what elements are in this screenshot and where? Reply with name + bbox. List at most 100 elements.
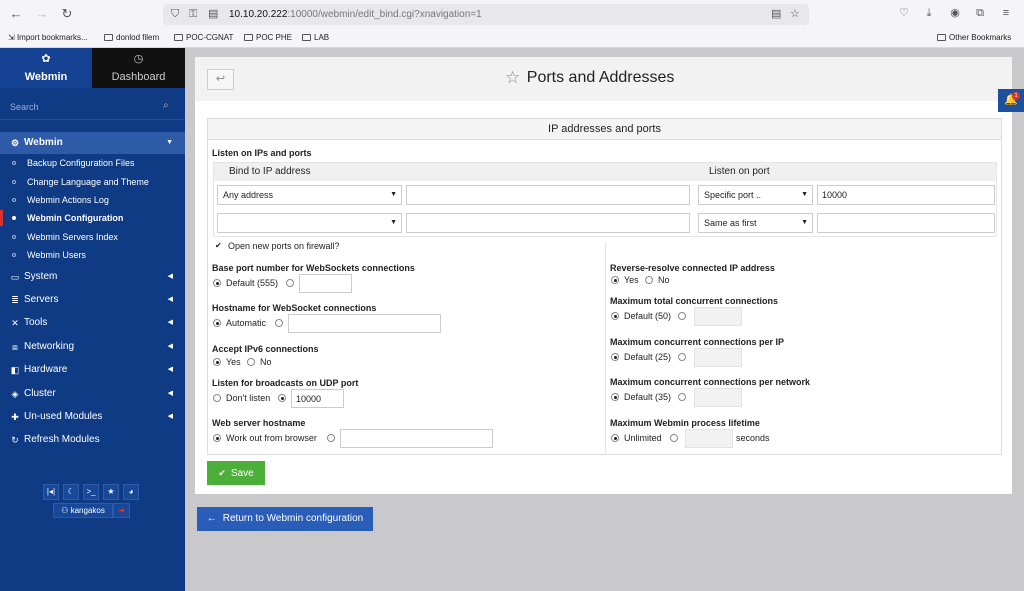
collapse-icon[interactable]: |◂| bbox=[43, 484, 59, 500]
sidebar-item-label: Servers bbox=[24, 294, 59, 305]
address-bar[interactable]: ⛉ ⚿ ▤ 10.10.20.222:10000/webmin/edit_bin… bbox=[163, 4, 809, 25]
sidebar-subitem-language[interactable]: Change Language and Theme bbox=[0, 173, 185, 191]
bookmark-folder[interactable]: donlod filem bbox=[104, 32, 159, 44]
sidebar-subitem-backup[interactable]: Backup Configuration Files bbox=[0, 154, 185, 172]
search-input[interactable] bbox=[10, 100, 160, 114]
max-net-default-radio[interactable] bbox=[611, 393, 619, 401]
reload-icon[interactable]: ↻ bbox=[59, 6, 75, 22]
favorite-star-icon[interactable]: ☆ bbox=[505, 68, 520, 87]
max-total-custom-radio[interactable] bbox=[678, 312, 686, 320]
arrow-left-icon: ← bbox=[206, 513, 217, 524]
max-total-input[interactable] bbox=[694, 307, 742, 326]
lock-warning-icon[interactable]: ⚿ bbox=[189, 7, 197, 22]
bind-select[interactable]: Any address ▼ bbox=[217, 185, 402, 205]
bookmark-folder[interactable]: POC-CGNAT bbox=[174, 32, 233, 44]
logout-icon[interactable]: ➜ bbox=[113, 503, 130, 518]
reader-view-icon[interactable]: ▤ bbox=[771, 7, 781, 22]
sidebar-subitem-webmin-config[interactable]: Webmin Configuration bbox=[0, 209, 185, 227]
back-arrow-icon[interactable]: ← bbox=[8, 6, 24, 22]
webhost-auto-radio[interactable] bbox=[213, 434, 221, 442]
forward-arrow-icon[interactable]: → bbox=[34, 6, 50, 22]
sidebar-item-hardware[interactable]: ◧ Hardware ◀ bbox=[0, 359, 185, 381]
bullet-icon bbox=[12, 198, 16, 202]
terminal-icon[interactable]: >_ bbox=[83, 484, 99, 500]
bookmark-import[interactable]: ⇲ Import bookmarks... bbox=[8, 32, 88, 44]
bookmark-folder[interactable]: POC PHE bbox=[244, 32, 292, 44]
ws-base-port-input[interactable] bbox=[299, 274, 352, 293]
port-select[interactable]: Same as first ▼ bbox=[698, 213, 813, 233]
port-input[interactable]: 10000 bbox=[817, 185, 995, 205]
page-header: ↩ ☆ Ports and Addresses bbox=[195, 57, 1012, 101]
sidebar-item-unused-modules[interactable]: ✚ Un-used Modules ◀ bbox=[0, 406, 185, 428]
checkmark-icon[interactable]: ✔ bbox=[215, 241, 222, 250]
bookmark-star-icon[interactable]: ☆ bbox=[790, 7, 800, 22]
bookmark-folder[interactable]: LAB bbox=[302, 32, 329, 44]
udp-port-input[interactable]: 10000 bbox=[291, 389, 344, 408]
port-input[interactable] bbox=[817, 213, 995, 233]
bind-address-input[interactable] bbox=[406, 185, 690, 205]
max-net-input[interactable] bbox=[694, 388, 742, 407]
sidebar-item-servers[interactable]: ≣ Servers ◀ bbox=[0, 289, 185, 311]
max-total-default-radio[interactable] bbox=[611, 312, 619, 320]
bullet-icon bbox=[12, 180, 16, 184]
notification-button[interactable]: 🔔 1 bbox=[998, 89, 1024, 112]
url-text[interactable]: 10.10.20.222:10000/webmin/edit_bind.cgi?… bbox=[229, 8, 482, 21]
webhost-custom-radio[interactable] bbox=[327, 434, 335, 442]
ws-base-default-radio[interactable] bbox=[213, 279, 221, 287]
moon-icon[interactable]: ☾ bbox=[63, 484, 79, 500]
sidebar-item-label: Hardware bbox=[24, 364, 68, 375]
import-icon: ⇲ bbox=[8, 33, 17, 42]
other-bookmarks[interactable]: Other Bookmarks bbox=[937, 32, 1011, 44]
favorites-star-icon[interactable]: ★ bbox=[103, 484, 119, 500]
palette-icon[interactable]: ◕ bbox=[123, 484, 139, 500]
user-button[interactable]: ⚇ kangakos bbox=[53, 503, 113, 518]
sidebar-item-webmin[interactable]: ⚙ Webmin ▼ bbox=[0, 132, 185, 154]
sidebar-item-label: Webmin bbox=[24, 137, 63, 148]
save-button[interactable]: ✔ Save bbox=[207, 461, 265, 485]
ws-host-input[interactable] bbox=[288, 314, 441, 333]
webhost-input[interactable] bbox=[340, 429, 493, 448]
resolve-no-radio[interactable] bbox=[645, 276, 653, 284]
udp-dont-radio[interactable] bbox=[213, 394, 221, 402]
lifetime-unlimited-radio[interactable] bbox=[611, 434, 619, 442]
back-button[interactable]: ↩ bbox=[207, 69, 234, 90]
chevron-left-icon: ◀ bbox=[167, 366, 173, 373]
check-circle-icon: ✔ bbox=[218, 468, 226, 478]
lifetime-input[interactable] bbox=[685, 429, 733, 448]
resolve-yes-radio[interactable] bbox=[611, 276, 619, 284]
max-ip-default-radio[interactable] bbox=[611, 353, 619, 361]
sidebar-item-system[interactable]: ▭ System ◀ bbox=[0, 266, 185, 288]
ipv6-no-radio[interactable] bbox=[247, 358, 255, 366]
sidebar-item-tools[interactable]: ✕ Tools ◀ bbox=[0, 312, 185, 334]
permissions-icon[interactable]: ▤ bbox=[208, 7, 218, 22]
pocket-icon[interactable]: ♡ bbox=[897, 6, 911, 20]
sidebar-item-cluster[interactable]: ◈ Cluster ◀ bbox=[0, 383, 185, 405]
sidebar-item-refresh-modules[interactable]: ↻ Refresh Modules bbox=[0, 429, 185, 451]
bind-address-input[interactable] bbox=[406, 213, 690, 233]
search-icon[interactable]: ⌕ bbox=[163, 100, 169, 111]
port-select[interactable]: Specific port .. ▼ bbox=[698, 185, 813, 205]
ipv6-yes-radio[interactable] bbox=[213, 358, 221, 366]
menu-icon[interactable]: ≡ bbox=[999, 6, 1013, 20]
downloads-icon[interactable]: ⤓ bbox=[922, 6, 936, 20]
extensions-icon[interactable]: ⧉ bbox=[973, 6, 987, 20]
sidebar-subitem-actions-log[interactable]: Webmin Actions Log bbox=[0, 191, 185, 209]
account-icon[interactable]: ◉ bbox=[948, 6, 962, 20]
bind-select[interactable]: ▼ bbox=[217, 213, 402, 233]
tab-dashboard[interactable]: ◷ Dashboard bbox=[92, 48, 185, 88]
user-cog-icon: ⚇ bbox=[61, 506, 71, 515]
tab-webmin[interactable]: ✿ Webmin bbox=[0, 48, 92, 88]
lifetime-custom-radio[interactable] bbox=[670, 434, 678, 442]
ws-host-auto-radio[interactable] bbox=[213, 319, 221, 327]
max-net-custom-radio[interactable] bbox=[678, 393, 686, 401]
return-button[interactable]: ← Return to Webmin configuration bbox=[197, 507, 373, 531]
shield-icon[interactable]: ⛉ bbox=[171, 7, 179, 22]
sidebar-subitem-users[interactable]: Webmin Users bbox=[0, 246, 185, 264]
ws-base-custom-radio[interactable] bbox=[286, 279, 294, 287]
sidebar-subitem-servers-index[interactable]: Webmin Servers Index bbox=[0, 228, 185, 246]
udp-port-radio[interactable] bbox=[278, 394, 286, 402]
ws-host-custom-radio[interactable] bbox=[275, 319, 283, 327]
max-ip-input[interactable] bbox=[694, 348, 742, 367]
max-ip-custom-radio[interactable] bbox=[678, 353, 686, 361]
sidebar-item-networking[interactable]: ⧈ Networking ◀ bbox=[0, 336, 185, 358]
